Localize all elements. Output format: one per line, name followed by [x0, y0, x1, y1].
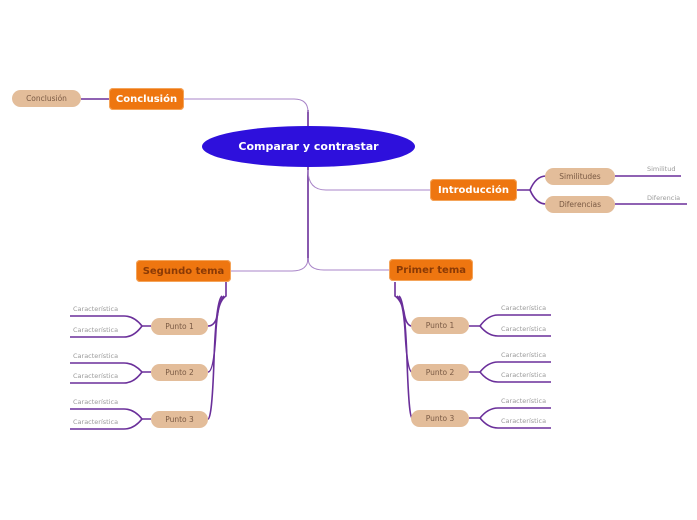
- leaf-caracteristica[interactable]: Característica: [73, 372, 118, 380]
- topic-primer-label: Primer tema: [395, 264, 467, 276]
- leaf-similitud[interactable]: Similitud: [647, 165, 675, 173]
- subtopic-label: Punto 3: [165, 415, 194, 424]
- leaf-caracteristica[interactable]: Característica: [501, 371, 546, 379]
- subtopic-diferencias[interactable]: Diferencias: [545, 196, 615, 213]
- central-topic-label: Comparar y contrastar: [238, 140, 379, 153]
- leaf-caracteristica[interactable]: Característica: [501, 325, 546, 333]
- subtopic-label: Punto 1: [425, 321, 455, 330]
- subtopic-label: Punto 2: [165, 368, 194, 377]
- subtopic-primer-punto-1[interactable]: Punto 1: [411, 317, 469, 334]
- subtopic-segundo-punto-1[interactable]: Punto 1: [151, 318, 208, 335]
- subtopic-similitudes[interactable]: Similitudes: [545, 168, 615, 185]
- leaf-caracteristica[interactable]: Característica: [73, 352, 118, 360]
- subtopic-segundo-punto-3[interactable]: Punto 3: [151, 411, 208, 428]
- leaf-caracteristica[interactable]: Característica: [501, 351, 546, 359]
- subtopic-segundo-punto-2[interactable]: Punto 2: [151, 364, 208, 381]
- topic-introduccion[interactable]: Introducción: [430, 179, 517, 201]
- topic-introduccion-label: Introducción: [438, 184, 509, 196]
- link-segundo: [231, 257, 309, 272]
- topic-primer-tema[interactable]: Primer tema: [389, 259, 473, 281]
- link-similitudes: [517, 175, 547, 191]
- subtopic-label: Conclusión: [26, 94, 67, 103]
- topic-segundo-label: Segundo tema: [142, 265, 225, 277]
- connector-lines: [70, 98, 687, 430]
- subtopic-label: Diferencias: [558, 200, 602, 209]
- leaf-diferencia[interactable]: Diferencia: [647, 194, 680, 202]
- subtopic-primer-punto-3[interactable]: Punto 3: [411, 410, 469, 427]
- link-introduccion: [307, 169, 431, 191]
- subtopic-label: Punto 2: [425, 368, 455, 377]
- link-seg-p3: [207, 295, 223, 420]
- subtopic-conclusion[interactable]: Conclusión: [12, 90, 81, 107]
- link-primer: [307, 257, 389, 271]
- subtopic-label: Similitudes: [559, 172, 601, 181]
- subtopic-label: Punto 1: [165, 322, 194, 331]
- leaf-caracteristica[interactable]: Característica: [73, 398, 118, 406]
- link-conclusion: [184, 98, 309, 113]
- subtopic-primer-punto-2[interactable]: Punto 2: [411, 364, 469, 381]
- topic-conclusion[interactable]: Conclusión: [109, 88, 184, 110]
- link-pri-p3: [398, 295, 413, 419]
- central-topic[interactable]: Comparar y contrastar: [202, 126, 415, 167]
- link-diferencias: [529, 189, 547, 205]
- leaf-caracteristica[interactable]: Característica: [501, 417, 546, 425]
- subtopic-label: Punto 3: [425, 414, 455, 423]
- leaf-caracteristica[interactable]: Característica: [73, 418, 118, 426]
- leaf-caracteristica[interactable]: Característica: [73, 326, 118, 334]
- topic-segundo-tema[interactable]: Segundo tema: [136, 260, 231, 282]
- leaf-caracteristica[interactable]: Característica: [501, 397, 546, 405]
- link-pri-p2: [396, 295, 413, 373]
- leaf-caracteristica[interactable]: Característica: [73, 305, 118, 313]
- topic-conclusion-label: Conclusión: [115, 93, 178, 105]
- leaf-caracteristica[interactable]: Característica: [501, 304, 546, 312]
